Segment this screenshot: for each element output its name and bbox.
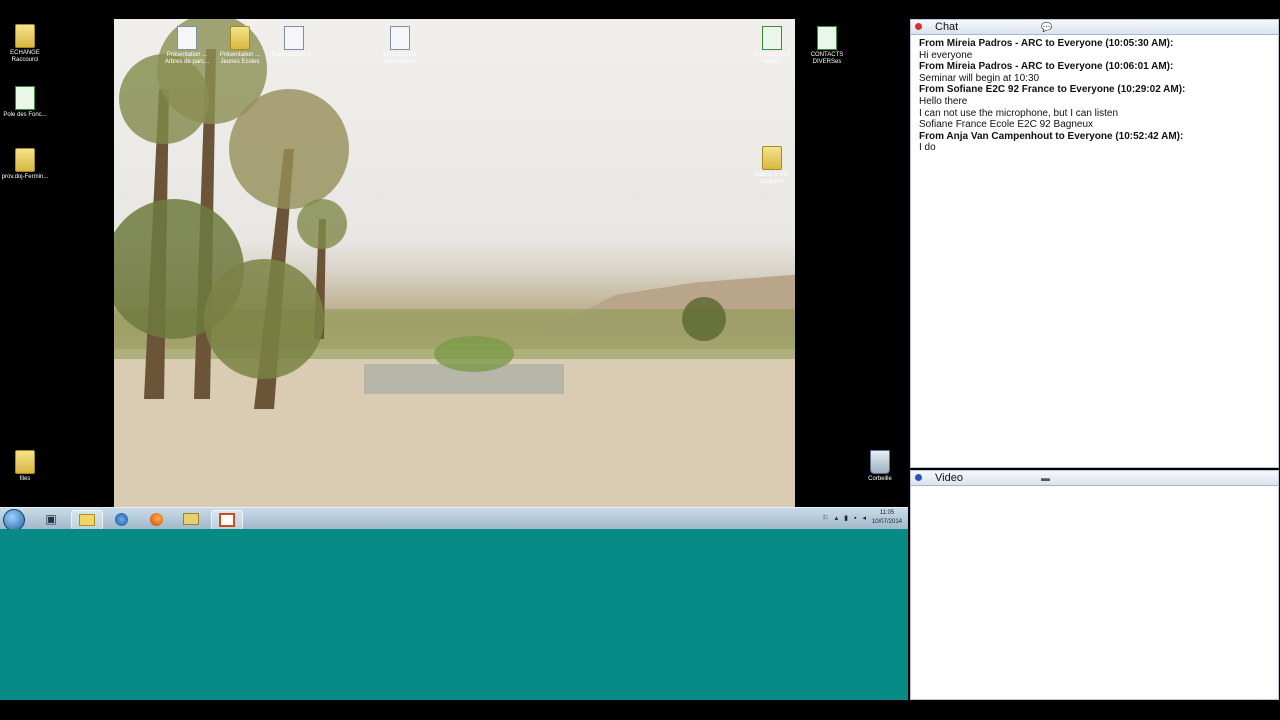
taskbar-firefox[interactable] (141, 510, 171, 528)
desktop-icon-presentation-1[interactable]: Présentation ... Arbres de parc... (157, 26, 217, 66)
desktop-icon-label: plan d'action Rencontres (383, 52, 417, 65)
chat-message-text: Seminar will begin at 10:30 (919, 72, 1040, 84)
desktop-icon-label: Contacts chef écoles (753, 52, 791, 65)
chat-panel: Chat 💬 From Mireia Padros - ARC to Every… (910, 19, 1279, 468)
system-tray: ⚐ ▴ ▮ ▪ ◂ 11:05 10/07/2014 (822, 509, 902, 527)
taskbar-browser[interactable] (106, 510, 136, 528)
desktop-icon-presentation-2[interactable]: Présentation ... Jeunes Ecoles (210, 26, 270, 66)
desktop-icon-label: videos à voir stagiaire (755, 172, 789, 185)
video-title: Video (935, 472, 963, 484)
folder-icon (79, 514, 95, 526)
status-dot-icon (915, 474, 922, 481)
taskbar-explorer[interactable] (176, 510, 206, 528)
folder-icon (15, 24, 35, 48)
desktop-icon-contacts-chef[interactable]: Contacts chef écoles (742, 26, 802, 66)
document-icon (390, 26, 410, 50)
desktop-icon-label: Présentation ... Arbres de parc... (164, 52, 210, 65)
desktop-icon-label: Pole des Fonc... (3, 112, 47, 118)
desktop-icon-label: Corbeille (868, 476, 892, 482)
folder-icon (15, 450, 35, 474)
window-icon: ▣ (45, 512, 57, 526)
video-header[interactable]: Video ▬ (911, 471, 1278, 486)
taskbar: ▣ ⚐ ▴ ▮ ▪ ◂ 11:05 10/07/2014 (0, 507, 908, 531)
camera-icon[interactable]: ▬ (1041, 473, 1050, 483)
desktop-icon-label: files (19, 476, 31, 482)
taskbar-file-manager[interactable]: ▣ (36, 510, 66, 528)
taskbar-folder[interactable] (71, 510, 103, 530)
clock-date: 10/07/2014 (871, 519, 902, 525)
folder-icon (15, 148, 35, 172)
chevron-up-icon[interactable]: ▴ (835, 514, 839, 522)
desktop-icon-label: ECHANGE Raccourci (10, 50, 40, 63)
desktop-icon-label: Présentation ... Jeunes Ecoles (219, 52, 261, 65)
taskbar-clock[interactable]: 11:05 10/07/2014 (872, 509, 902, 527)
chat-message-text: I can not use the microphone, but I can … (919, 107, 1119, 119)
empty-share-area (0, 529, 908, 700)
chat-message-text: Hi everyone (919, 49, 973, 61)
spreadsheet-icon (817, 26, 837, 50)
desktop-icon-echange[interactable]: ECHANGE Raccourci (0, 24, 55, 64)
signal-icon[interactable]: ▪ (854, 515, 856, 522)
chat-message-sender: From Sofiane E2C 92 France to Everyone (… (919, 84, 1186, 96)
desktop-icon-plan-action[interactable]: plan d'action Rencontres (370, 26, 430, 66)
desktop-icon-presentation-3[interactable]: Présentation C... (264, 26, 324, 59)
start-orb-icon[interactable] (3, 509, 25, 531)
chat-message-text: Sofiane France Ecole E2C 92 Bagneux (919, 119, 1093, 131)
chat-title: Chat (935, 21, 959, 33)
status-dot-icon (915, 23, 922, 30)
video-panel: Video ▬ (910, 470, 1279, 700)
presentation-icon (219, 513, 235, 527)
chat-messages: From Mireia Padros - ARC to Everyone (10… (911, 35, 1278, 154)
clock-time: 11:05 (879, 510, 895, 516)
taskbar-presentation[interactable] (211, 510, 243, 530)
explorer-icon (183, 513, 199, 525)
chat-message-sender: From Mireia Padros - ARC to Everyone (10… (919, 61, 1174, 73)
firefox-icon (149, 512, 163, 526)
recycle-bin-icon (870, 450, 890, 474)
chat-message-sender: From Anja Van Campenhout to Everyone (10… (919, 130, 1184, 142)
desktop-icon-label: prov.doj-Fermin... (1, 174, 49, 180)
globe-icon (114, 512, 128, 526)
document-icon (284, 26, 304, 50)
chat-message-sender: From Mireia Padros - ARC to Everyone (10… (919, 38, 1174, 49)
folder-icon (762, 146, 782, 170)
network-icon[interactable]: ▮ (844, 514, 848, 522)
wallpaper-palms (114, 19, 795, 507)
chat-message-text: Hello there (919, 95, 968, 107)
desktop-icon-recycle-bin[interactable]: Corbeille (850, 450, 908, 483)
desktop-icon-label: Présentation C... (271, 52, 317, 58)
speech-bubble-icon[interactable]: 💬 (1041, 22, 1052, 33)
desktop-icon-label: CONTACTS DIVERSes (810, 52, 844, 65)
desktop-icon-videos[interactable]: videos à voir stagiaire (742, 146, 802, 186)
desktop-wallpaper (114, 19, 795, 507)
desktop-icon-contacts-diverses[interactable]: CONTACTS DIVERSes (797, 26, 857, 66)
volume-icon[interactable]: ◂ (862, 514, 866, 522)
flag-icon[interactable]: ⚐ (822, 514, 828, 522)
document-icon (177, 26, 197, 50)
desktop-icon-files[interactable]: files (0, 450, 55, 483)
desktop-icon-pole[interactable]: Pole des Fonc... (0, 86, 55, 119)
spreadsheet-icon (762, 26, 782, 50)
folder-icon (230, 26, 250, 50)
chat-header[interactable]: Chat 💬 (911, 20, 1278, 35)
chat-message-text: I do (919, 142, 936, 154)
spreadsheet-icon (15, 86, 35, 110)
shared-screen: ECHANGE Raccourci Pole des Fonc... prov.… (0, 0, 908, 700)
desktop-icon-prov[interactable]: prov.doj-Fermin... (0, 148, 55, 181)
